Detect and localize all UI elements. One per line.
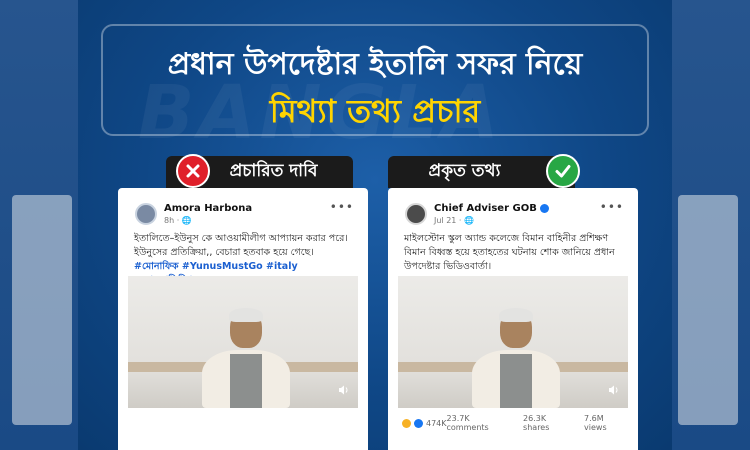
post-stats: 474K 23.7K comments 26.3K shares 7.6M vi… bbox=[402, 414, 628, 432]
person-vest bbox=[500, 354, 532, 408]
volume-icon[interactable] bbox=[608, 384, 620, 396]
factcheck-panel: BANGLA প্রধান উপদেষ্টার ইতালি সফর নিয়ে … bbox=[78, 0, 672, 450]
blurred-card bbox=[12, 195, 72, 425]
person-figure bbox=[466, 308, 566, 408]
post-body: মাইলস্টোন স্কুল অ্যান্ড কলেজে বিমান বাহি… bbox=[404, 232, 626, 274]
more-options-icon[interactable]: ••• bbox=[600, 200, 624, 214]
post-text: ইতালিতে–ইউনুস কে আওয়ামীলীগ আপ্যায়ন করা… bbox=[134, 233, 348, 258]
person-vest bbox=[230, 354, 262, 408]
avatar[interactable] bbox=[405, 203, 427, 225]
engagement-counts: 23.7K comments 26.3K shares 7.6M views bbox=[447, 414, 628, 432]
page-subtitle: মিথ্যা তথ্য প্রচার bbox=[269, 92, 481, 130]
volume-icon[interactable] bbox=[338, 384, 350, 396]
avatar[interactable] bbox=[135, 203, 157, 225]
blurred-card bbox=[678, 195, 738, 425]
author-name[interactable]: Amora Harbona bbox=[164, 203, 252, 214]
post-text: মাইলস্টোন স্কুল অ্যান্ড কলেজে বিমান বাহি… bbox=[404, 233, 615, 272]
fact-post-card: Chief Adviser GOB Jul 21 · 🌐 ••• মাইলস্ট… bbox=[388, 188, 638, 450]
page-title: প্রধান উপদেষ্টার ইতালি সফর নিয়ে bbox=[167, 47, 583, 82]
person-hair bbox=[229, 308, 263, 322]
author-name-text[interactable]: Chief Adviser GOB bbox=[434, 203, 537, 214]
post-header: Chief Adviser GOB Jul 21 · 🌐 ••• bbox=[388, 188, 638, 228]
video-thumbnail[interactable] bbox=[128, 276, 358, 408]
comments-count[interactable]: 23.7K comments bbox=[447, 414, 514, 432]
post-time: Jul 21 · 🌐 bbox=[434, 216, 474, 225]
sad-reaction-icon bbox=[402, 418, 411, 428]
fact-label-text: প্রকৃত তথ্য bbox=[428, 161, 501, 181]
false-x-icon bbox=[176, 154, 210, 188]
reactions-summary[interactable]: 474K bbox=[402, 418, 447, 428]
shares-count[interactable]: 26.3K shares bbox=[523, 414, 574, 432]
person-hair bbox=[499, 308, 533, 322]
author-name[interactable]: Chief Adviser GOB bbox=[434, 203, 549, 214]
more-options-icon[interactable]: ••• bbox=[330, 200, 354, 214]
right-blurred-edge bbox=[672, 0, 750, 450]
true-check-icon bbox=[546, 154, 580, 188]
claim-label-text: প্রচারিত দাবি bbox=[229, 161, 318, 181]
claim-post-card: Amora Harbona 8h · 🌐 ••• ইতালিতে–ইউনুস ক… bbox=[118, 188, 368, 450]
post-time: 8h · 🌐 bbox=[164, 216, 192, 225]
verified-icon bbox=[539, 203, 549, 213]
reaction-count: 474K bbox=[426, 418, 447, 428]
views-count: 7.6M views bbox=[584, 414, 607, 432]
person-figure bbox=[196, 308, 296, 408]
post-header: Amora Harbona 8h · 🌐 ••• bbox=[118, 188, 368, 228]
left-blurred-edge bbox=[0, 0, 78, 450]
like-reaction-icon bbox=[414, 418, 423, 428]
video-thumbnail[interactable] bbox=[398, 276, 628, 408]
